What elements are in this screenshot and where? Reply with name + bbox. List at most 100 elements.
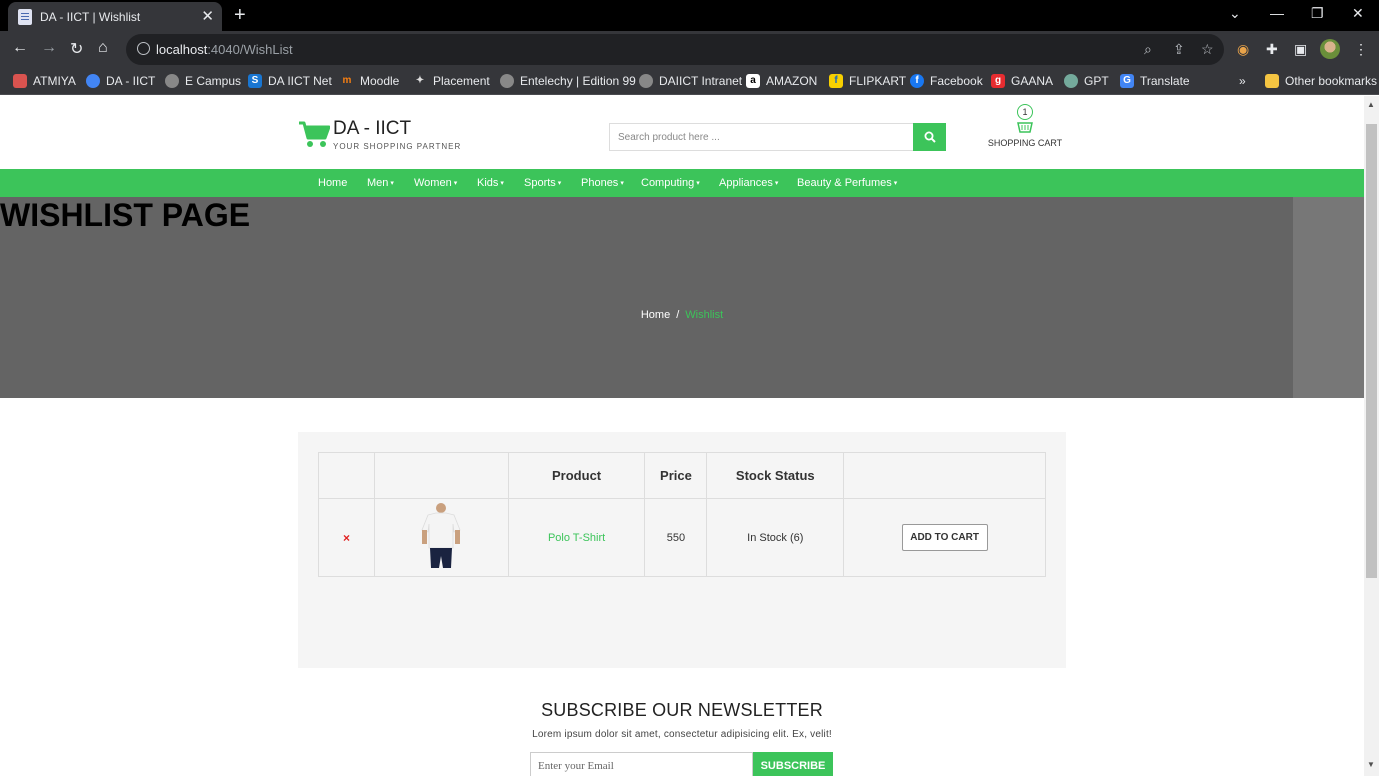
scrollbar-thumb[interactable] xyxy=(1366,124,1377,578)
caret-down-icon: ▾ xyxy=(774,180,779,188)
nav-women[interactable]: Women ▾ xyxy=(414,177,457,189)
new-tab-icon[interactable]: + xyxy=(234,4,246,27)
cart-count-badge: 1 xyxy=(1017,104,1033,120)
cookie-extension-icon[interactable]: ◉ xyxy=(1237,41,1249,58)
globe-icon xyxy=(500,74,514,88)
forward-icon[interactable]: → xyxy=(41,39,57,57)
product-image[interactable] xyxy=(418,502,464,570)
profile-avatar[interactable] xyxy=(1320,39,1340,59)
home-icon[interactable]: ⌂ xyxy=(98,39,108,57)
nav-phones[interactable]: Phones ▾ xyxy=(581,177,624,189)
other-bookmarks[interactable]: Other bookmarks xyxy=(1265,74,1377,88)
remove-item-icon[interactable]: × xyxy=(343,531,350,545)
action-cell: ADD TO CART xyxy=(843,498,1046,577)
browser-toolbar: ← → ↻ ⌂ localhost:4040/WishList ⌕ ⇪ ☆ ◉ … xyxy=(0,31,1379,68)
column-header-stock: Stock Status xyxy=(706,452,845,499)
site-info-icon[interactable] xyxy=(137,42,150,55)
more-bookmarks-button[interactable]: » xyxy=(1239,74,1246,88)
column-header-action xyxy=(843,452,1046,499)
shopping-cart-logo-icon xyxy=(299,121,330,147)
globe-icon xyxy=(639,74,653,88)
nav-kids[interactable]: Kids ▾ xyxy=(477,177,504,189)
back-icon[interactable]: ← xyxy=(12,39,28,57)
bookmark-daiict-net[interactable]: S DA IICT Net xyxy=(248,74,332,88)
side-panel-icon[interactable]: ▣ xyxy=(1294,41,1307,58)
caret-down-icon: ▾ xyxy=(620,180,624,188)
brand-tagline: YOUR SHOPPING PARTNER xyxy=(333,142,462,151)
browser-tab[interactable]: DA - IICT | Wishlist ✕ xyxy=(8,2,222,31)
bookmark-star-icon[interactable]: ☆ xyxy=(1201,41,1214,58)
search-input[interactable] xyxy=(609,123,914,151)
nav-home[interactable]: Home xyxy=(318,177,347,189)
address-bar[interactable]: localhost:4040/WishList ⌕ ⇪ ☆ xyxy=(126,34,1224,65)
breadcrumb: Home / Wishlist xyxy=(0,309,1364,321)
price-cell: 550 xyxy=(644,498,708,577)
wishlist-section: Product Price Stock Status × Polo T-Shir… xyxy=(298,432,1066,668)
url-text: localhost:4040/WishList xyxy=(156,42,293,57)
bookmark-facebook[interactable]: f Facebook xyxy=(910,74,983,88)
scroll-down-icon[interactable]: ▼ xyxy=(1367,760,1375,769)
caret-down-icon: ▾ xyxy=(500,180,504,188)
moodle-icon: m xyxy=(342,75,352,86)
bookmark-flipkart[interactable]: f FLIPKART xyxy=(829,74,906,88)
menu-kebab-icon[interactable]: ⋮ xyxy=(1354,41,1368,58)
nav-computing[interactable]: Computing ▾ xyxy=(641,177,700,189)
caret-down-icon: ▾ xyxy=(893,180,898,188)
caret-down-icon: ▾ xyxy=(696,180,700,188)
table-row: × Polo T-Shirt 550 In Stock (6) ADD TO C… xyxy=(318,498,1046,577)
bookmark-translate[interactable]: G Translate xyxy=(1120,74,1190,88)
nav-sports[interactable]: Sports ▾ xyxy=(524,177,561,189)
product-image-cell xyxy=(373,498,509,577)
gpt-icon xyxy=(1064,74,1078,88)
atmiya-icon xyxy=(13,74,27,88)
subscribe-button[interactable]: SUBSCRIBE xyxy=(753,752,833,776)
scroll-up-icon[interactable]: ▲ xyxy=(1367,100,1375,109)
bookmark-gpt[interactable]: GPT xyxy=(1064,74,1109,88)
banner-content: WISHLIST PAGE Home / Wishlist xyxy=(0,197,1364,398)
minimize-icon[interactable]: — xyxy=(1270,5,1284,21)
page-scrollbar[interactable]: ▲ ▼ xyxy=(1364,96,1379,776)
bookmark-placement[interactable]: ✦ Placement xyxy=(413,74,490,88)
product-link[interactable]: Polo T-Shirt xyxy=(548,532,605,544)
search-icon xyxy=(924,131,936,143)
newsletter-text: Lorem ipsum dolor sit amet, consectetur … xyxy=(532,729,832,740)
daiict-net-icon: S xyxy=(248,74,262,88)
tab-search-icon[interactable]: ⌄ xyxy=(1229,5,1241,22)
bookmark-moodle[interactable]: m Moodle xyxy=(340,74,400,88)
gaana-icon: g xyxy=(991,74,1005,88)
bookmark-entelechy[interactable]: Entelechy | Edition 99 xyxy=(500,74,636,88)
brand-name: DA - IICT xyxy=(333,118,412,139)
breadcrumb-home[interactable]: Home xyxy=(641,309,670,321)
column-header-remove xyxy=(318,452,375,499)
bookmark-ecampus[interactable]: E Campus xyxy=(165,74,241,88)
nav-beauty-perfumes[interactable]: Beauty & Perfumes ▾ xyxy=(797,177,897,189)
close-window-icon[interactable]: ✕ xyxy=(1352,5,1364,22)
close-tab-icon[interactable]: ✕ xyxy=(201,9,214,24)
bookmark-gaana[interactable]: g GAANA xyxy=(991,74,1053,88)
caret-down-icon: ▾ xyxy=(390,180,394,188)
bookmark-intranet[interactable]: DAIICT Intranet xyxy=(639,74,742,88)
bookmark-daiict[interactable]: DA - IICT xyxy=(86,74,155,88)
flipkart-icon: f xyxy=(829,74,843,88)
bookmark-amazon[interactable]: a AMAZON xyxy=(746,74,817,88)
breadcrumb-current: Wishlist xyxy=(685,309,724,321)
zoom-icon[interactable]: ⌕ xyxy=(1144,41,1152,58)
add-to-cart-button[interactable]: ADD TO CART xyxy=(901,524,988,551)
site-header: DA - IICT YOUR SHOPPING PARTNER 1 SHOPPI… xyxy=(0,96,1364,169)
column-header-image xyxy=(373,452,509,499)
share-icon[interactable]: ⇪ xyxy=(1173,41,1185,58)
reload-icon[interactable]: ↻ xyxy=(70,39,83,59)
extensions-icon[interactable]: ✚ xyxy=(1266,41,1278,58)
email-input[interactable] xyxy=(530,752,753,776)
translate-icon: G xyxy=(1120,74,1134,88)
bookmark-atmiya[interactable]: ATMIYA xyxy=(13,74,76,88)
nav-men[interactable]: Men ▾ xyxy=(367,177,394,189)
folder-icon xyxy=(1265,74,1279,88)
nav-appliances[interactable]: Appliances ▾ xyxy=(719,177,778,189)
amazon-icon: a xyxy=(746,74,760,88)
bookmarks-bar: ATMIYA DA - IICT E Campus S DA IICT Net m… xyxy=(0,68,1379,95)
search-button[interactable] xyxy=(913,123,946,151)
caret-down-icon: ▾ xyxy=(557,180,562,188)
restore-icon[interactable]: ❐ xyxy=(1311,5,1324,22)
stock-status-cell: In Stock (6) xyxy=(706,498,845,577)
